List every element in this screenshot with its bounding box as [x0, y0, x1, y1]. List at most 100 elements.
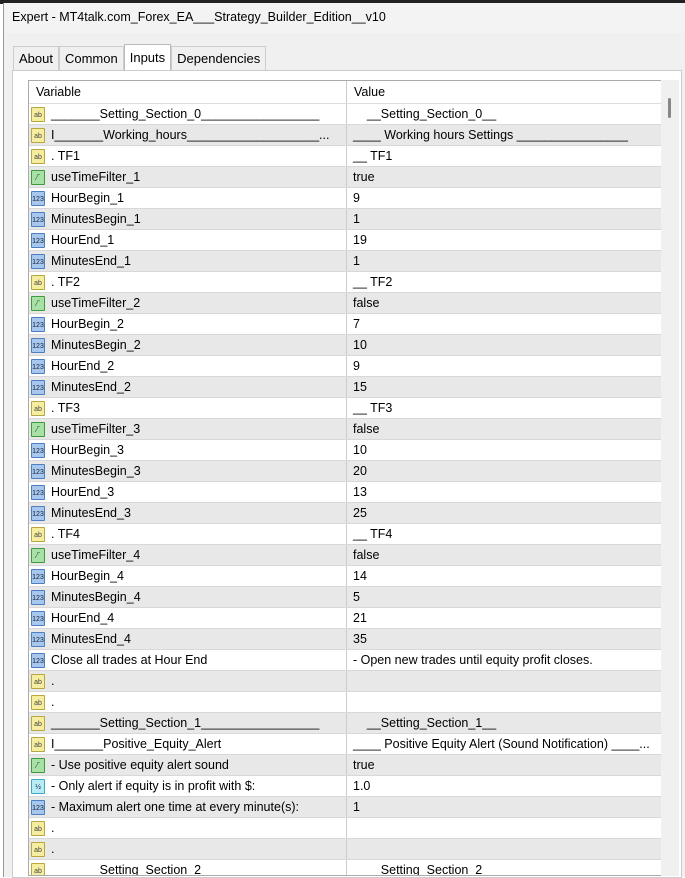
value-text[interactable]: 5: [353, 590, 360, 604]
table-row[interactable]: ⁄‾ useTimeFilter_4 false: [29, 545, 663, 566]
value-cell[interactable]: 35: [347, 629, 663, 649]
value-cell[interactable]: __ TF1: [347, 146, 663, 166]
table-row[interactable]: 123 HourEnd_4 21: [29, 608, 663, 629]
value-cell[interactable]: 15: [347, 377, 663, 397]
table-row[interactable]: ab.: [29, 818, 663, 839]
table-row[interactable]: 123 MinutesEnd_3 25: [29, 503, 663, 524]
table-row[interactable]: 123 HourBegin_1 9: [29, 188, 663, 209]
scrollbar-thumb[interactable]: [668, 98, 671, 118]
table-row[interactable]: ab _______Setting_Section_1______________…: [29, 713, 663, 734]
value-text[interactable]: - Open new trades until equity profit cl…: [353, 653, 593, 667]
table-row[interactable]: 123 MinutesBegin_2 10: [29, 335, 663, 356]
table-row[interactable]: ab.: [29, 671, 663, 692]
table-row[interactable]: ab I_______Positive_Equity_Alert ____ Posi…: [29, 734, 663, 755]
value-text[interactable]: ____ Working hours Settings ____________…: [353, 128, 628, 142]
table-row[interactable]: 123 HourBegin_3 10: [29, 440, 663, 461]
value-cell[interactable]: 19: [347, 230, 663, 250]
tab-dependencies[interactable]: Dependencies: [171, 46, 267, 70]
table-row[interactable]: ab . TF2 __ TF2: [29, 272, 663, 293]
value-text[interactable]: 7: [353, 317, 360, 331]
value-cell[interactable]: false: [347, 419, 663, 439]
column-header-value[interactable]: Value: [347, 81, 663, 103]
value-cell[interactable]: 5: [347, 587, 663, 607]
table-row[interactable]: ab _______Setting_Section_2______________…: [29, 860, 663, 875]
value-cell[interactable]: 25: [347, 503, 663, 523]
table-row[interactable]: 123 MinutesEnd_4 35: [29, 629, 663, 650]
table-row[interactable]: 123 HourBegin_2 7: [29, 314, 663, 335]
value-text[interactable]: true: [353, 170, 375, 184]
value-cell[interactable]: false: [347, 545, 663, 565]
value-text[interactable]: 15: [353, 380, 367, 394]
value-text[interactable]: 14: [353, 569, 367, 583]
value-text[interactable]: 1: [353, 254, 360, 268]
value-cell[interactable]: true: [347, 755, 663, 775]
table-row[interactable]: 123 - Maximum alert one time at every min…: [29, 797, 663, 818]
tab-inputs[interactable]: Inputs: [123, 44, 172, 70]
value-cell[interactable]: __Setting_Section_1__: [347, 713, 663, 733]
value-cell[interactable]: ____ Working hours Settings ____________…: [347, 125, 663, 145]
table-row[interactable]: 123 MinutesEnd_2 15: [29, 377, 663, 398]
value-text[interactable]: __Setting_Section_2__: [353, 863, 496, 875]
value-cell[interactable]: 21: [347, 608, 663, 628]
table-row[interactable]: ½ - Only alert if equity is in profit wit…: [29, 776, 663, 797]
value-cell[interactable]: 13: [347, 482, 663, 502]
value-text[interactable]: __ TF3: [353, 401, 392, 415]
table-row[interactable]: ⁄‾ useTimeFilter_2 false: [29, 293, 663, 314]
value-cell[interactable]: ____ Positive Equity Alert (Sound Notifi…: [347, 734, 663, 754]
value-text[interactable]: __ TF4: [353, 527, 392, 541]
table-row[interactable]: ab.: [29, 692, 663, 713]
value-text[interactable]: 10: [353, 338, 367, 352]
value-cell[interactable]: 1: [347, 797, 663, 817]
table-row[interactable]: 123 HourEnd_3 13: [29, 482, 663, 503]
table-row[interactable]: ab.: [29, 839, 663, 860]
value-text[interactable]: 9: [353, 191, 360, 205]
value-text[interactable]: false: [353, 296, 379, 310]
table-row[interactable]: ⁄‾ useTimeFilter_1 true: [29, 167, 663, 188]
value-cell[interactable]: __Setting_Section_2__: [347, 860, 663, 875]
value-text[interactable]: 19: [353, 233, 367, 247]
table-row[interactable]: ab _______Setting_Section_0______________…: [29, 104, 663, 125]
value-text[interactable]: 10: [353, 443, 367, 457]
value-cell[interactable]: [347, 818, 663, 838]
value-cell[interactable]: 1: [347, 209, 663, 229]
table-row[interactable]: ab I_______Working_hours_________________…: [29, 125, 663, 146]
value-text[interactable]: 9: [353, 359, 360, 373]
table-row[interactable]: 123 Close all trades at Hour End - Open ne…: [29, 650, 663, 671]
table-row[interactable]: 123 HourBegin_4 14: [29, 566, 663, 587]
value-cell[interactable]: 14: [347, 566, 663, 586]
value-cell[interactable]: - Open new trades until equity profit cl…: [347, 650, 663, 670]
table-row[interactable]: ⁄‾ useTimeFilter_3 false: [29, 419, 663, 440]
table-row[interactable]: 123 HourEnd_1 19: [29, 230, 663, 251]
table-row[interactable]: 123 MinutesEnd_1 1: [29, 251, 663, 272]
value-text[interactable]: 20: [353, 464, 367, 478]
value-text[interactable]: 35: [353, 632, 367, 646]
table-row[interactable]: 123 MinutesBegin_4 5: [29, 587, 663, 608]
value-cell[interactable]: 20: [347, 461, 663, 481]
tab-about[interactable]: About: [13, 46, 59, 70]
value-cell[interactable]: true: [347, 167, 663, 187]
value-cell[interactable]: 1: [347, 251, 663, 271]
value-cell[interactable]: __ TF2: [347, 272, 663, 292]
value-cell[interactable]: [347, 671, 663, 691]
vertical-scrollbar[interactable]: [661, 80, 679, 876]
value-cell[interactable]: __ TF3: [347, 398, 663, 418]
value-text[interactable]: 13: [353, 485, 367, 499]
value-text[interactable]: __Setting_Section_1__: [353, 716, 496, 730]
value-text[interactable]: __Setting_Section_0__: [353, 107, 496, 121]
value-text[interactable]: __ TF2: [353, 275, 392, 289]
table-row[interactable]: ab . TF3 __ TF3: [29, 398, 663, 419]
value-cell[interactable]: 7: [347, 314, 663, 334]
value-text[interactable]: 25: [353, 506, 367, 520]
value-text[interactable]: __ TF1: [353, 149, 392, 163]
value-cell[interactable]: __Setting_Section_0__: [347, 104, 663, 124]
tab-common[interactable]: Common: [58, 46, 124, 70]
column-header-variable[interactable]: Variable: [29, 81, 347, 103]
value-text[interactable]: false: [353, 422, 379, 436]
value-text[interactable]: 1.0: [353, 779, 370, 793]
table-row[interactable]: ab . TF4 __ TF4: [29, 524, 663, 545]
value-text[interactable]: ____ Positive Equity Alert (Sound Notifi…: [353, 737, 650, 751]
value-cell[interactable]: false: [347, 293, 663, 313]
value-cell[interactable]: __ TF4: [347, 524, 663, 544]
value-cell[interactable]: 9: [347, 188, 663, 208]
value-text[interactable]: true: [353, 758, 375, 772]
